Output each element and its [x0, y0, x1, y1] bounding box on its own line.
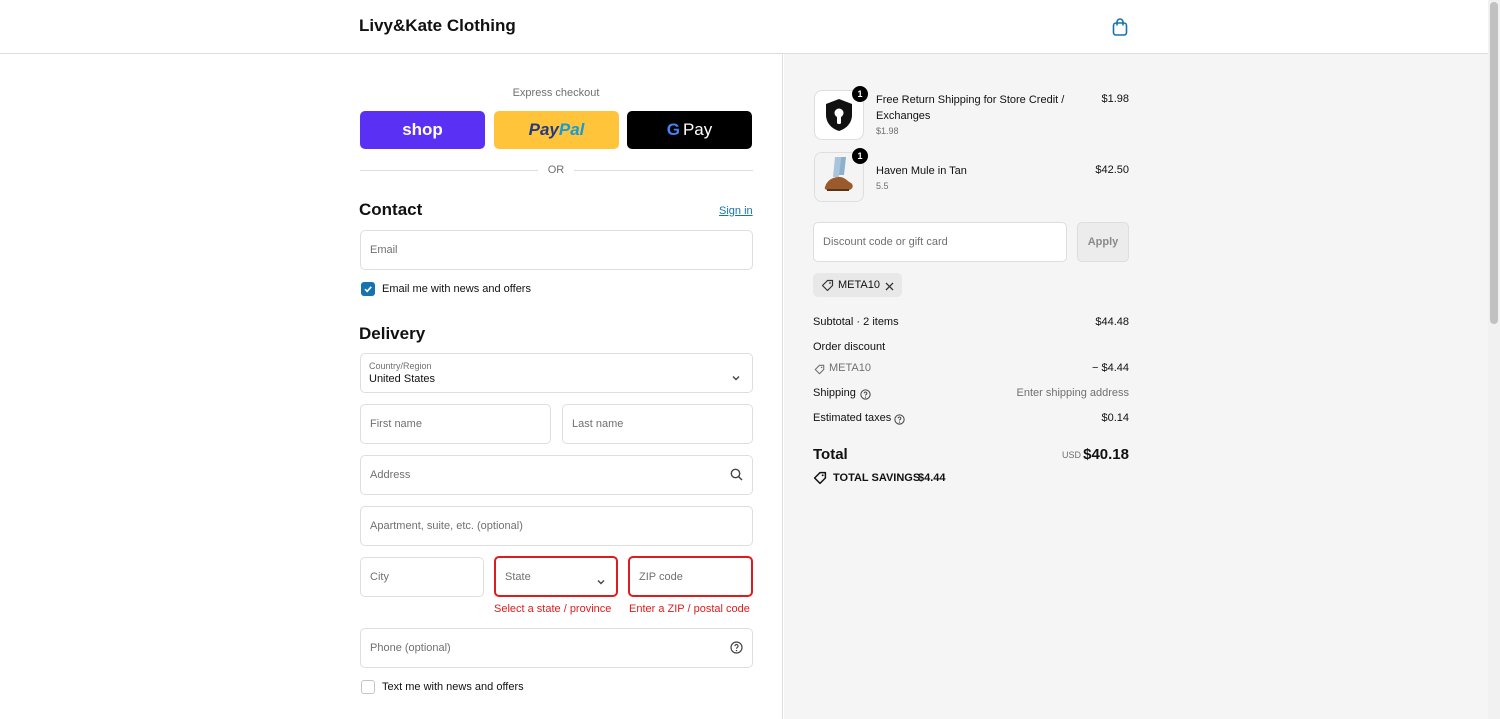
order-summary-panel — [784, 54, 1488, 719]
estimated-taxes-label: Estimated taxes — [813, 412, 892, 424]
subtotal-label: Subtotal · 2 items — [813, 316, 899, 328]
item-quantity-badge: 1 — [852, 148, 868, 164]
total-savings-label: TOTAL SAVINGS — [833, 472, 921, 484]
phone-placeholder: Phone (optional) — [370, 642, 451, 654]
divider-right — [574, 170, 753, 171]
help-circle-icon[interactable] — [894, 412, 905, 430]
tag-icon — [814, 362, 825, 380]
discount-code-field[interactable]: Discount code or gift card — [813, 222, 1067, 262]
total-value: $40.18 — [1083, 446, 1129, 463]
country-label: Country/Region — [369, 361, 432, 371]
country-value: United States — [369, 373, 436, 385]
email-placeholder: Email — [370, 244, 398, 256]
shipping-value: Enter shipping address — [1016, 387, 1129, 399]
phone-field[interactable]: Phone (optional) — [360, 628, 753, 668]
delivery-title: Delivery — [359, 324, 426, 343]
item-name: Free Return Shipping for Store Credit / … — [876, 94, 1065, 122]
discount-value: − $4.44 — [1091, 362, 1129, 374]
tag-icon — [821, 279, 834, 291]
address-field[interactable]: Address — [360, 455, 753, 495]
city-placeholder: City — [370, 571, 389, 583]
estimated-taxes-value: $0.14 — [1101, 412, 1129, 424]
paypal-label-pay: Pay — [528, 120, 559, 139]
divider-left — [360, 170, 538, 171]
sign-in-link[interactable]: Sign in — [719, 205, 753, 217]
item-name: Haven Mule in Tan — [876, 165, 967, 177]
or-divider-label: OR — [547, 164, 565, 176]
applied-discount-code: META10 — [838, 279, 880, 291]
text-offers-label: Text me with news and offers — [382, 681, 524, 693]
google-pay-label: Pay — [682, 120, 713, 139]
apply-button-label: Apply — [1087, 236, 1119, 248]
zip-field[interactable]: ZIP code — [628, 556, 753, 597]
header: Livy&Kate Clothing — [0, 0, 1488, 54]
search-icon[interactable] — [730, 468, 743, 486]
discount-code-label: META10 — [829, 362, 871, 374]
item-quantity-badge: 1 — [852, 86, 868, 102]
text-offers-checkbox[interactable] — [361, 680, 375, 694]
shop-pay-label: shop — [402, 120, 443, 139]
google-g-icon: G — [666, 120, 680, 139]
first-name-field[interactable]: First name — [360, 404, 551, 444]
first-name-placeholder: First name — [370, 418, 422, 430]
total-label: Total — [813, 446, 848, 463]
checkmark-icon — [364, 286, 372, 293]
discount-code-placeholder: Discount code or gift card — [823, 236, 948, 248]
scrollbar-thumb[interactable] — [1490, 2, 1498, 324]
shop-pay-button[interactable]: shop — [360, 111, 485, 149]
store-logo[interactable]: Livy&Kate Clothing — [359, 16, 516, 36]
email-field[interactable]: Email — [360, 230, 753, 270]
help-circle-icon[interactable] — [730, 641, 743, 659]
subtotal-value: $44.48 — [1095, 316, 1129, 328]
apply-discount-button[interactable]: Apply — [1077, 222, 1129, 262]
paypal-button[interactable]: Pay Pal — [494, 111, 619, 149]
city-field[interactable]: City — [360, 557, 484, 597]
item-price: $1.98 — [1101, 93, 1129, 105]
address-placeholder: Address — [370, 469, 411, 481]
item-price: $42.50 — [1095, 164, 1129, 176]
zip-placeholder: ZIP code — [639, 570, 683, 583]
paypal-label-pal: Pal — [558, 120, 585, 139]
state-chevron-down-icon — [596, 573, 606, 591]
apartment-placeholder: Apartment, suite, etc. (optional) — [370, 520, 523, 532]
chevron-down-icon — [731, 369, 741, 387]
order-discount-label: Order discount — [813, 341, 886, 353]
contact-title: Contact — [359, 200, 423, 219]
total-savings-value: $4.44 — [918, 472, 946, 484]
shopping-bag-icon[interactable] — [1110, 17, 1130, 37]
apartment-field[interactable]: Apartment, suite, etc. (optional) — [360, 506, 753, 546]
item-variant: $1.98 — [876, 126, 899, 136]
savings-tag-icon — [813, 471, 827, 490]
item-variant: 5.5 — [876, 181, 889, 191]
last-name-field[interactable]: Last name — [562, 404, 753, 444]
google-pay-button[interactable]: G Pay — [627, 111, 752, 149]
news-checkbox[interactable] — [361, 282, 375, 296]
help-circle-icon[interactable] — [860, 387, 871, 405]
state-placeholder: State — [505, 570, 531, 583]
zip-error-message: Enter a ZIP / postal code — [629, 603, 750, 615]
state-error-message: Select a state / province — [494, 603, 612, 615]
last-name-placeholder: Last name — [572, 418, 624, 430]
shipping-label: Shipping — [813, 387, 856, 399]
remove-discount-icon[interactable] — [884, 279, 895, 297]
news-checkbox-label: Email me with news and offers — [382, 283, 531, 295]
express-checkout-label: Express checkout — [512, 87, 600, 99]
